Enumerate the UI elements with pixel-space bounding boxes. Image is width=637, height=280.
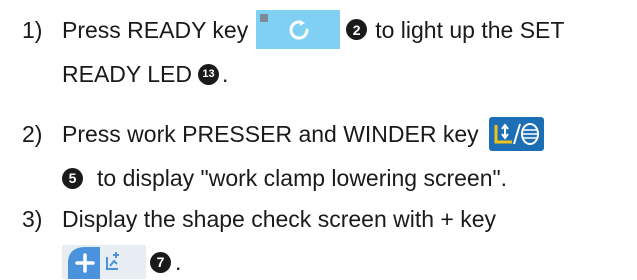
step-number: 2): [22, 121, 43, 147]
plus-icon: [62, 245, 146, 279]
step-1-line-2: READY LED 13 .: [62, 60, 228, 88]
ready-key-button[interactable]: [256, 10, 341, 49]
presser-winder-key-button[interactable]: [488, 117, 544, 151]
step-3-line-2: 7 .: [62, 245, 181, 279]
step-text: Display the shape check screen with + ke…: [62, 206, 497, 232]
step-text: Press work PRESSER and WINDER key: [62, 121, 479, 147]
reference-marker: 2: [346, 19, 368, 40]
step-text: to display "work clamp lowering screen".: [97, 165, 508, 191]
step-1-line-1: 1) Press READY key 2 to light up the SET: [22, 10, 564, 49]
reference-marker: 13: [197, 63, 219, 85]
step-text: READY LED: [62, 61, 192, 87]
step-text: to light up the SET: [375, 16, 565, 43]
refresh-circle-icon: [289, 20, 309, 40]
step-3-line-1: 3) Display the shape check screen with +…: [22, 205, 496, 233]
step-text: Press READY key: [62, 16, 249, 43]
reference-marker: 5: [62, 167, 83, 189]
step-2-line-1: 2) Press work PRESSER and WINDER key: [22, 117, 544, 151]
step-text-end: .: [175, 249, 182, 275]
reference-marker: 7: [150, 251, 171, 273]
step-2-line-2: 5 to display "work clamp lowering screen…: [62, 164, 507, 192]
plus-key-button[interactable]: [62, 245, 146, 279]
presser-winder-icon: [491, 120, 541, 148]
step-number: 3): [22, 206, 43, 232]
step-text-end: .: [221, 61, 229, 87]
step-number: 1): [22, 16, 43, 43]
led-indicator: [260, 14, 269, 22]
